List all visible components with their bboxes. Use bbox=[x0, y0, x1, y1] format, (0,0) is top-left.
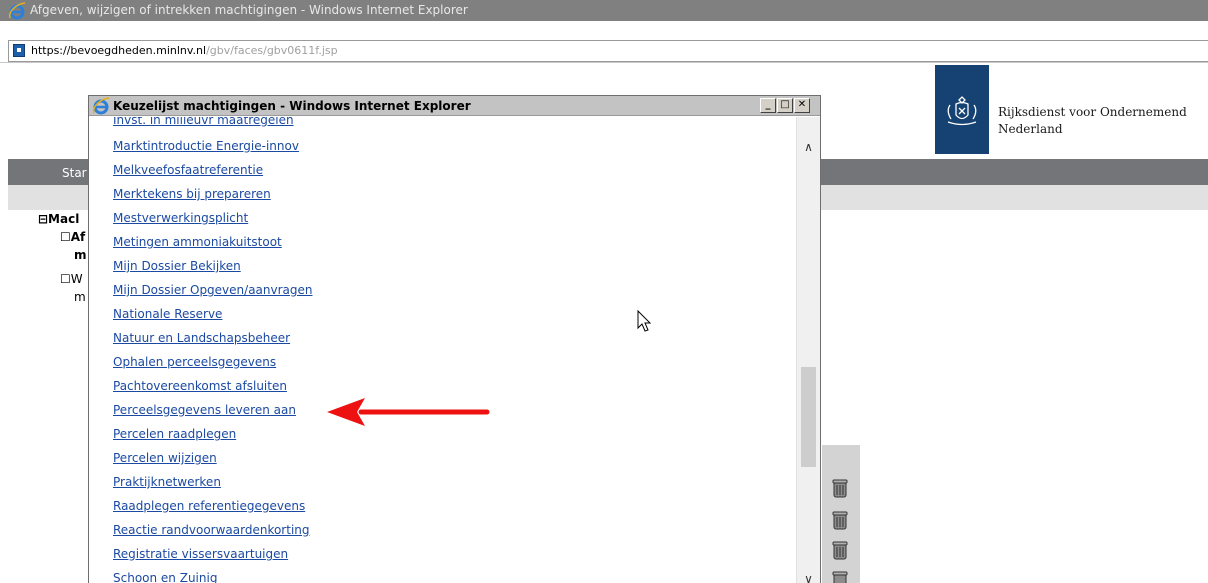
main-window-title: Afgeven, wijzigen of intrekken machtigin… bbox=[30, 3, 468, 17]
address-host: https://bevoegdheden.minlnv.nl bbox=[31, 44, 207, 57]
org-name-line2: Nederland bbox=[998, 122, 1063, 136]
tree-item-afgeven-cont: m bbox=[74, 248, 87, 262]
list-item-link[interactable]: Nationale Reserve bbox=[113, 307, 222, 321]
list-item-link[interactable]: Percelen raadplegen bbox=[113, 427, 236, 441]
machtigingen-list: Invst. in milieuvr maatregelen Marktintr… bbox=[89, 117, 796, 583]
delete-trash-icon[interactable] bbox=[832, 570, 848, 583]
list-item-link[interactable]: Mijn Dossier Bekijken bbox=[113, 259, 241, 273]
tree-root[interactable]: ⊟Macl bbox=[38, 212, 79, 226]
main-titlebar: Afgeven, wijzigen of intrekken machtigin… bbox=[0, 0, 1208, 21]
popup-scrollbar[interactable]: ∧ ∨ bbox=[796, 117, 820, 583]
organization-name: Rijksdienst voor Ondernemend Nederland bbox=[998, 104, 1187, 138]
popup-titlebar[interactable]: Keuzelijst machtigingen - Windows Intern… bbox=[89, 96, 820, 116]
list-item-link[interactable]: Praktijknetwerken bbox=[113, 475, 221, 489]
delete-trash-icon[interactable] bbox=[832, 540, 848, 560]
address-bar: https://bevoegdheden.minlnv.nl/gbv/faces… bbox=[0, 21, 1208, 63]
page-favicon-icon bbox=[13, 44, 25, 57]
list-item-link[interactable]: Schoon en Zuinig bbox=[113, 571, 217, 583]
scroll-down-icon[interactable]: ∨ bbox=[797, 569, 820, 583]
delete-trash-icon[interactable] bbox=[832, 478, 848, 498]
mouse-cursor-icon bbox=[637, 310, 652, 332]
close-button[interactable]: ✕ bbox=[794, 98, 810, 113]
list-item-link[interactable]: Ophalen perceelsgegevens bbox=[113, 355, 276, 369]
address-path: /gbv/faces/gbv0611f.jsp bbox=[206, 44, 338, 57]
list-item-link[interactable]: Raadplegen referentiegegevens bbox=[113, 499, 305, 513]
internet-explorer-icon bbox=[8, 2, 26, 20]
nav-start-link[interactable]: Star bbox=[62, 166, 87, 180]
list-item-link[interactable]: Merktekens bij prepareren bbox=[113, 187, 271, 201]
minimize-button[interactable]: _ bbox=[760, 98, 776, 113]
red-annotation-arrow-icon bbox=[327, 398, 490, 426]
delete-trash-icon[interactable] bbox=[832, 510, 848, 530]
rijksoverheid-logo bbox=[935, 65, 989, 154]
scroll-thumb[interactable] bbox=[801, 367, 816, 467]
maximize-button[interactable]: □ bbox=[777, 98, 793, 113]
list-item-link[interactable]: Reactie randvoorwaardenkorting bbox=[113, 523, 310, 537]
address-field[interactable]: https://bevoegdheden.minlnv.nl/gbv/faces… bbox=[8, 40, 1208, 62]
list-item-link[interactable]: Invst. in milieuvr maatregelen bbox=[113, 117, 294, 127]
list-item-link[interactable]: Marktintroductie Energie-innov bbox=[113, 139, 299, 153]
list-item-link[interactable]: Mijn Dossier Opgeven/aanvragen bbox=[113, 283, 313, 297]
coat-of-arms-icon bbox=[947, 96, 977, 126]
tree-item-wijzigen-cont: m bbox=[74, 290, 86, 304]
list-item-link[interactable]: Melkveefosfaatreferentie bbox=[113, 163, 263, 177]
list-item-link[interactable]: Registratie vissersvaartuigen bbox=[113, 547, 288, 561]
list-item-link[interactable]: Mestverwerkingsplicht bbox=[113, 211, 248, 225]
keuzelijst-popup-window: Keuzelijst machtigingen - Windows Intern… bbox=[88, 95, 821, 583]
list-item-link[interactable]: Natuur en Landschapsbeheer bbox=[113, 331, 290, 345]
list-item-perceelsgegevens-leveren-aan[interactable]: Perceelsgegevens leveren aan bbox=[113, 403, 296, 417]
org-name-line1: Rijksdienst voor Ondernemend bbox=[998, 105, 1187, 119]
scroll-up-icon[interactable]: ∧ bbox=[797, 137, 820, 157]
list-item-link[interactable]: Pachtovereenkomst afsluiten bbox=[113, 379, 287, 393]
internet-explorer-icon bbox=[92, 97, 110, 115]
tree-item-wijzigen[interactable]: ☐W bbox=[60, 272, 83, 286]
list-item-link[interactable]: Metingen ammoniakuitstoot bbox=[113, 235, 282, 249]
popup-title: Keuzelijst machtigingen - Windows Intern… bbox=[113, 99, 471, 113]
tree-item-afgeven[interactable]: ☐Af bbox=[60, 230, 85, 244]
list-item-link[interactable]: Percelen wijzigen bbox=[113, 451, 217, 465]
